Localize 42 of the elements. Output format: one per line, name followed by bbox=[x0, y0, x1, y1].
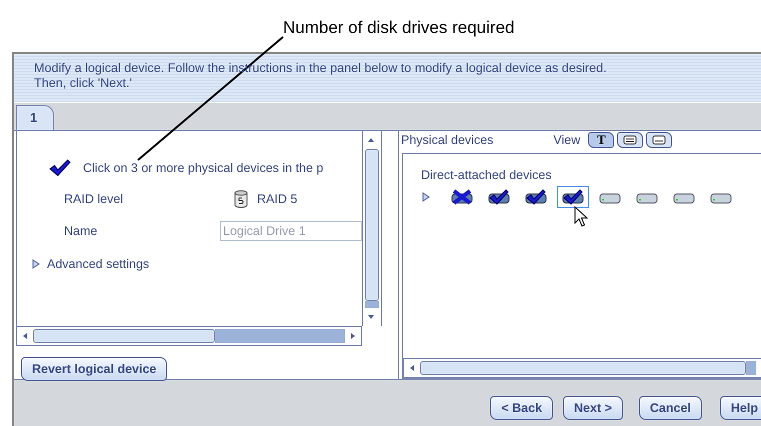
scroll-track[interactable] bbox=[365, 301, 379, 308]
scroll-thumb[interactable] bbox=[420, 361, 746, 375]
view-label: View bbox=[553, 133, 580, 147]
details-view-button[interactable] bbox=[617, 132, 644, 148]
expander-icon[interactable] bbox=[31, 258, 41, 269]
tab[interactable]: 1 bbox=[16, 105, 54, 130]
horizontal-scrollbar[interactable] bbox=[403, 358, 761, 378]
expander-icon[interactable] bbox=[421, 192, 431, 202]
cancel-button[interactable]: Cancel bbox=[638, 396, 702, 420]
revert-button[interactable]: Revert logical device bbox=[21, 357, 168, 381]
drive-check-icon[interactable] bbox=[561, 189, 585, 205]
compact-view-button[interactable] bbox=[646, 132, 672, 148]
drive-slot[interactable] bbox=[557, 186, 589, 208]
checkmark-icon bbox=[49, 159, 71, 177]
text-view-button[interactable]: T bbox=[588, 132, 614, 148]
advanced-settings-link[interactable]: Advanced settings bbox=[47, 256, 150, 271]
panel-title: Physical devices bbox=[401, 133, 494, 147]
disk-cylinder-icon bbox=[234, 190, 248, 208]
mouse-pointer-icon bbox=[574, 206, 588, 228]
back-button[interactable]: < Back bbox=[490, 396, 554, 420]
help-button[interactable]: Help bbox=[720, 396, 761, 420]
annotation-text: Number of disk drives required bbox=[283, 18, 514, 37]
vertical-scrollbar[interactable] bbox=[362, 131, 382, 326]
field-label: RAID level bbox=[63, 192, 124, 206]
scroll-arrow-icon[interactable] bbox=[350, 332, 356, 340]
raid-level-value: RAID 5 bbox=[257, 192, 298, 206]
group-label: Direct-attached devices bbox=[421, 168, 553, 182]
scroll-track[interactable] bbox=[746, 361, 756, 375]
scroll-thumb[interactable] bbox=[365, 149, 379, 301]
drive-check-icon[interactable] bbox=[487, 189, 511, 205]
scroll-arrow-icon[interactable] bbox=[367, 137, 375, 143]
scroll-arrow-icon[interactable] bbox=[409, 364, 415, 372]
scroll-arrow-icon[interactable] bbox=[22, 332, 28, 340]
next-button[interactable]: Next > bbox=[563, 396, 623, 420]
drive-check-icon[interactable] bbox=[524, 189, 548, 205]
drive-x-icon[interactable] bbox=[450, 189, 474, 205]
hint-text: Click on 3 or more physical devices in the p bbox=[83, 160, 324, 175]
horizontal-scrollbar[interactable] bbox=[16, 326, 362, 346]
two-lines-icon bbox=[623, 135, 638, 145]
scroll-arrow-icon[interactable] bbox=[367, 314, 375, 320]
scroll-thumb[interactable] bbox=[33, 329, 215, 343]
field-label: Name bbox=[63, 224, 98, 238]
